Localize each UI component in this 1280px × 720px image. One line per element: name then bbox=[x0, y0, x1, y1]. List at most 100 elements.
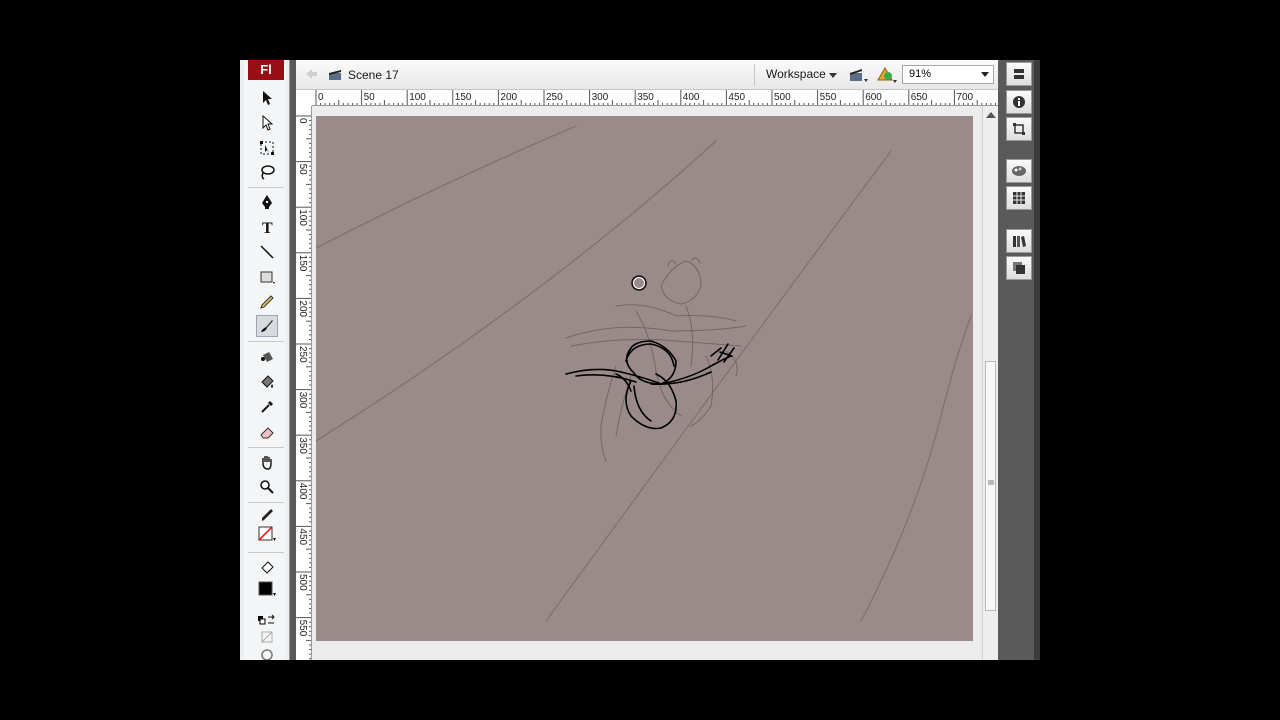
flash-logo: Fl bbox=[248, 60, 284, 80]
info-panel-button[interactable] bbox=[1006, 90, 1032, 114]
subselection-tool[interactable] bbox=[256, 112, 278, 134]
tools-separator bbox=[248, 447, 284, 448]
no-color-icon bbox=[261, 631, 273, 643]
lasso-tool[interactable] bbox=[256, 161, 278, 183]
scroll-up-icon[interactable] bbox=[986, 112, 996, 118]
zoom-select[interactable]: 91% bbox=[902, 65, 994, 84]
tools-separator bbox=[248, 187, 284, 188]
ruler-label: 200 bbox=[500, 92, 517, 103]
ruler-label: 0 bbox=[297, 118, 308, 124]
ruler-label: 450 bbox=[728, 92, 745, 103]
edit-scene-icon[interactable] bbox=[848, 67, 868, 83]
ruler-label: 50 bbox=[364, 92, 376, 103]
align-icon bbox=[1014, 69, 1024, 79]
edit-bar: Scene 17 Workspace 91% bbox=[296, 60, 998, 90]
swatches-panel-button[interactable] bbox=[1006, 186, 1032, 210]
no-color-swatch-icon bbox=[258, 526, 276, 541]
document-window: Scene 17 Workspace 91% 0 50 100 150 200 250 30… bbox=[296, 60, 998, 660]
vertical-scrollbar[interactable] bbox=[982, 106, 998, 660]
ruler-label: 250 bbox=[546, 92, 563, 103]
stroke-swatch[interactable] bbox=[256, 578, 278, 600]
pen-icon bbox=[262, 195, 272, 209]
swap-colors-icon bbox=[258, 614, 275, 625]
editbar-divider bbox=[754, 64, 755, 86]
ink-bottle-icon bbox=[261, 352, 273, 362]
ruler-label: 150 bbox=[297, 255, 308, 272]
chevron-down-icon bbox=[829, 73, 838, 78]
snap-to-objects-button[interactable] bbox=[256, 644, 278, 660]
line-icon bbox=[260, 245, 274, 259]
flash-application-window: Fl T Scene 17 Workspace 91% 0 50 100 150… bbox=[240, 60, 1040, 660]
ruler-corner bbox=[296, 90, 312, 106]
eyedropper-icon bbox=[261, 401, 273, 413]
ruler-label: 200 bbox=[297, 300, 308, 317]
horizontal-ruler: 0 50 100 150 200 250 300 350 400 450 500 550 600 650 7… bbox=[312, 90, 998, 106]
paint-bucket-tool[interactable] bbox=[256, 371, 278, 393]
ruler-label: 300 bbox=[592, 92, 609, 103]
pencil-icon bbox=[260, 295, 274, 309]
rectangle-tool[interactable] bbox=[256, 266, 278, 288]
tools-panel: Fl T bbox=[240, 60, 290, 660]
workspace-label: Workspace bbox=[766, 67, 826, 81]
chevron-down-icon bbox=[981, 72, 989, 77]
magnet-icon bbox=[261, 649, 273, 660]
scrollbar-thumb[interactable] bbox=[985, 361, 996, 611]
hand-icon bbox=[262, 456, 272, 470]
zoom-value: 91% bbox=[909, 68, 932, 80]
library-panel-button[interactable] bbox=[1006, 229, 1032, 253]
paint-bucket-icon bbox=[261, 561, 274, 574]
paint-fill-toggle[interactable] bbox=[256, 557, 278, 579]
eraser-tool[interactable] bbox=[256, 421, 278, 443]
edit-symbols-icon[interactable] bbox=[876, 66, 898, 84]
transform-icon bbox=[1013, 123, 1025, 135]
text-tool[interactable]: T bbox=[256, 216, 278, 238]
transform-panel-button[interactable] bbox=[1006, 117, 1032, 141]
window-edge bbox=[1034, 60, 1040, 660]
scene-clapper-icon bbox=[329, 70, 341, 80]
vertical-ruler-scale: 0 50 100 150 200 250 300 350 400 450 500 550 bbox=[296, 115, 311, 660]
zoom-tool[interactable] bbox=[256, 476, 278, 498]
sketch-drawing bbox=[315, 125, 972, 622]
ruler-label: 700 bbox=[956, 92, 973, 103]
tools-separator bbox=[248, 341, 284, 342]
selection-tool[interactable] bbox=[256, 87, 278, 109]
workspace-menu[interactable]: Workspace bbox=[766, 67, 838, 81]
paint-bucket-icon bbox=[261, 375, 274, 388]
align-panel-button[interactable] bbox=[1006, 62, 1032, 86]
ruler-label: 500 bbox=[774, 92, 791, 103]
scene-label: Scene 17 bbox=[348, 68, 399, 82]
pen-tool[interactable] bbox=[256, 191, 278, 213]
ruler-label: 50 bbox=[297, 164, 308, 176]
ruler-label: 100 bbox=[409, 92, 426, 103]
eyedropper-tool[interactable] bbox=[256, 396, 278, 418]
free-transform-tool[interactable] bbox=[256, 137, 278, 159]
arrow-icon bbox=[263, 91, 272, 105]
ruler-label: 650 bbox=[911, 92, 928, 103]
ruler-label: 350 bbox=[637, 92, 654, 103]
fill-color-control[interactable] bbox=[256, 523, 278, 545]
ruler-label: 400 bbox=[683, 92, 700, 103]
color-panel-button[interactable] bbox=[1006, 159, 1032, 183]
ink-bottle-tool[interactable] bbox=[256, 346, 278, 368]
ruler-label: 400 bbox=[297, 483, 308, 500]
ruler-label: 450 bbox=[297, 528, 308, 545]
pencil-tool[interactable] bbox=[256, 291, 278, 313]
pasteboard bbox=[312, 106, 982, 660]
components-panel-button[interactable] bbox=[1006, 256, 1032, 280]
transform-icon bbox=[260, 141, 274, 155]
ruler-label: 500 bbox=[297, 574, 308, 591]
back-arrow-icon[interactable] bbox=[304, 68, 318, 80]
library-books-icon bbox=[1013, 236, 1026, 247]
lasso-icon bbox=[261, 165, 275, 180]
ruler-label: 100 bbox=[297, 209, 308, 226]
line-tool[interactable] bbox=[256, 241, 278, 263]
stage-canvas[interactable] bbox=[315, 116, 973, 641]
hand-tool[interactable] bbox=[256, 451, 278, 473]
info-icon bbox=[1013, 96, 1025, 108]
brush-cursor bbox=[631, 275, 647, 291]
pencil-icon bbox=[262, 509, 273, 521]
ruler-label: 550 bbox=[297, 620, 308, 637]
brush-tool[interactable] bbox=[256, 315, 278, 337]
text-icon: T bbox=[262, 220, 273, 235]
scene-breadcrumb[interactable]: Scene 17 bbox=[328, 66, 399, 84]
